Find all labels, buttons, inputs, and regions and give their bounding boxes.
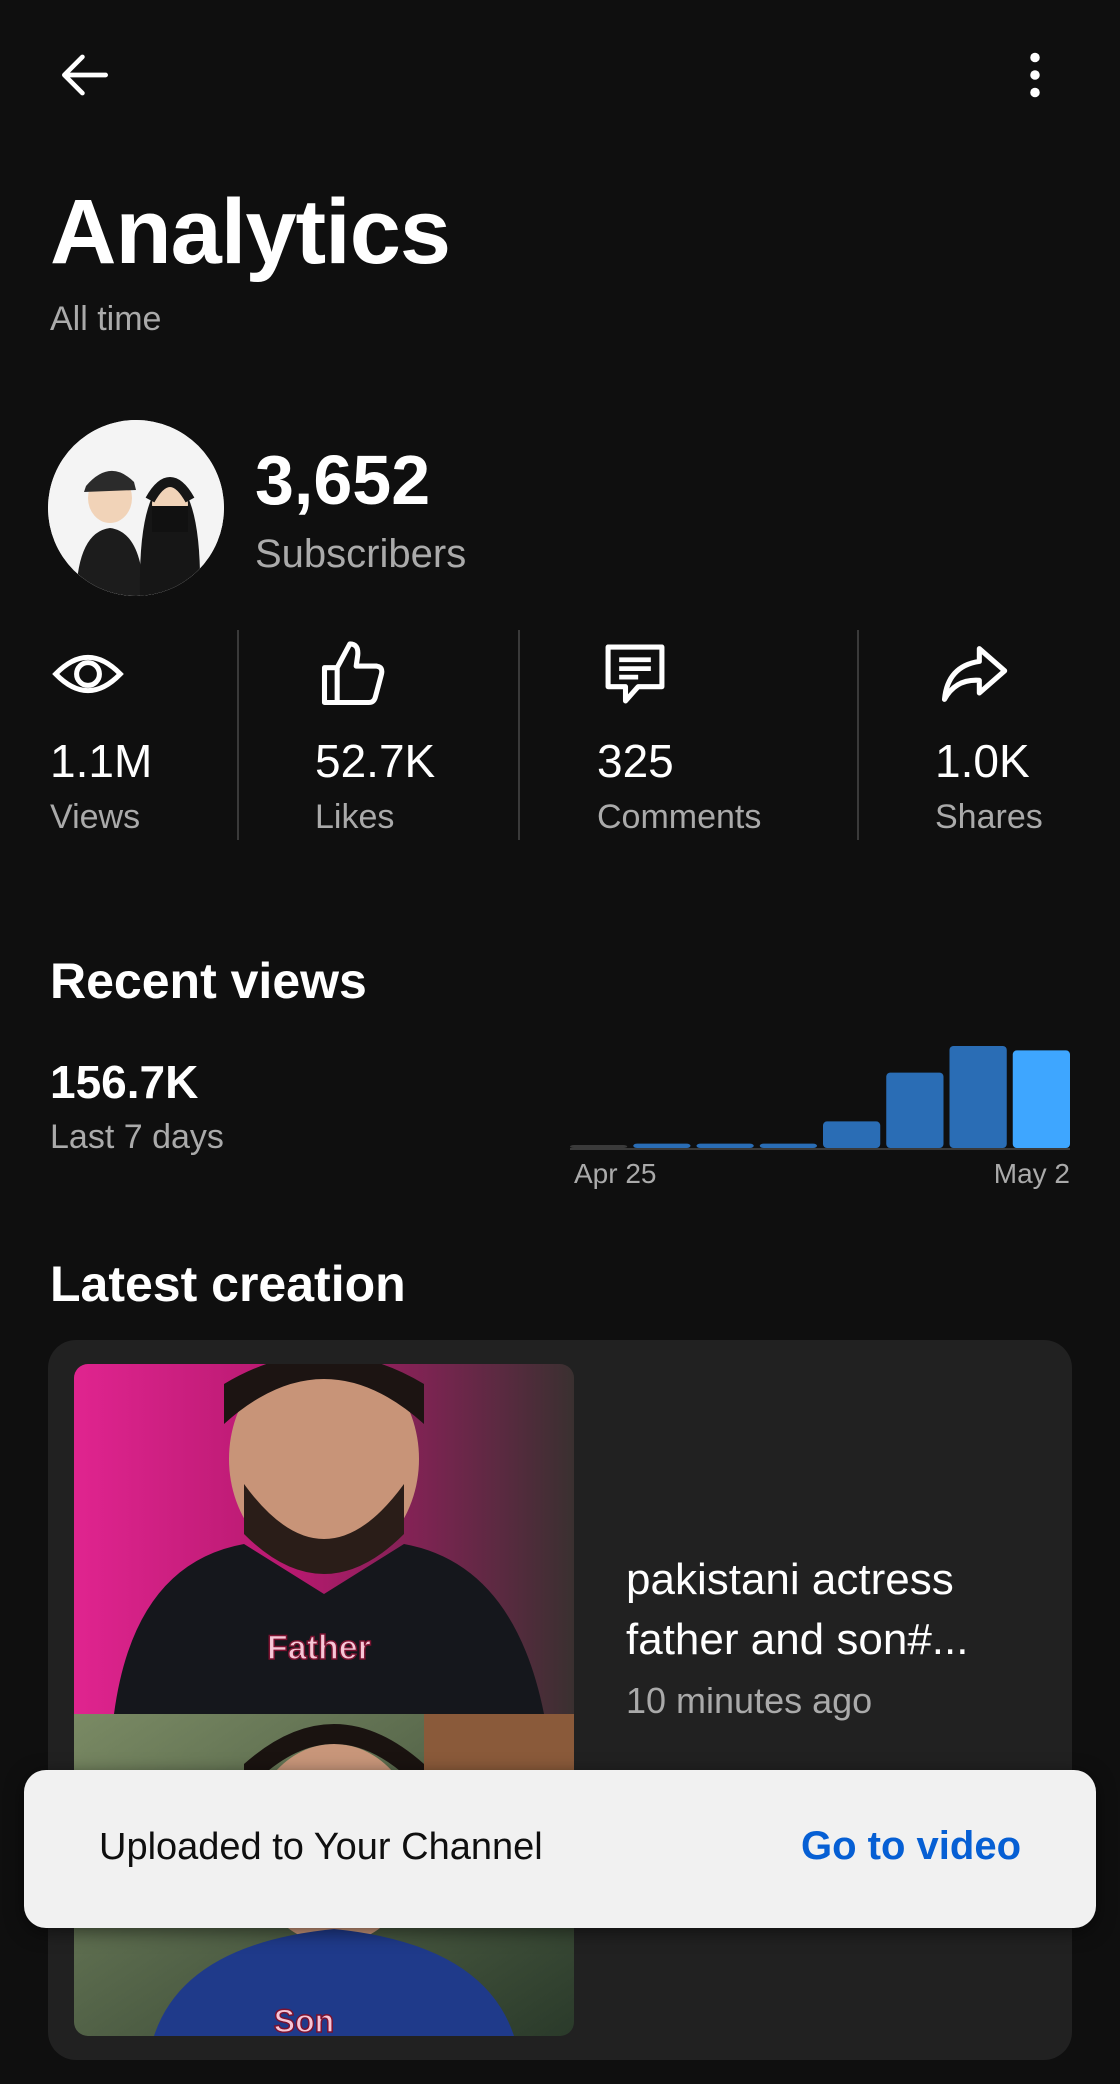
thumbnail-caption-top: Father [267,1629,371,1667]
more-options-button[interactable] [990,30,1080,120]
thumbnail-image: Father Son [74,1364,574,2036]
shares-value: 1.0K [935,735,1030,787]
video-title[interactable]: pakistani actress father and son#... [626,1550,1046,1670]
views-label: Views [50,798,141,836]
go-to-video-button[interactable]: Go to video [801,1824,1021,1869]
comment-icon [605,644,665,704]
chart-bar [633,1143,691,1148]
comments-label: Comments [597,798,762,836]
eye-icon [52,654,124,694]
chart-x-start-label: Apr 25 [574,1158,657,1189]
chart-bar [823,1121,881,1148]
thumb-up-icon [321,641,385,706]
likes-value: 52.7K [315,735,436,787]
video-thumbnail[interactable]: Father Son [74,1364,574,2036]
chart-bar [886,1072,944,1148]
share-icon [941,646,1008,702]
latest-creation-heading: Latest creation [50,1256,406,1312]
stat-divider [518,630,520,840]
chart-bar [570,1145,628,1148]
comments-value: 325 [597,735,674,787]
analytics-screen: Analytics All time 3,652 Subscribers 1.1… [0,0,1120,2084]
stat-divider [237,630,239,840]
chart-bar [759,1143,817,1148]
latest-video-card[interactable]: Father Son pakistani actress father and … [48,1340,1072,2060]
top-bar [0,0,1120,140]
period-label: All time [50,300,162,338]
chart-bar [949,1046,1007,1148]
recent-views-chart[interactable]: Apr 25 May 2 [570,1040,1070,1200]
video-upload-time: 10 minutes ago [626,1680,873,1721]
recent-views-period: Last 7 days [50,1118,224,1156]
arrow-left-icon [62,54,108,96]
subscriber-label: Subscribers [255,532,467,576]
stat-divider [857,630,859,840]
page-title: Analytics [50,181,451,283]
views-value: 1.1M [50,735,153,787]
thumbnail-caption-bottom: Son [274,2003,334,2036]
chart-x-end-label: May 2 [994,1158,1070,1189]
likes-label: Likes [315,798,395,836]
shares-label: Shares [935,798,1043,836]
snackbar-message: Uploaded to Your Channel [99,1826,543,1868]
stats-row: 1.1M Views 52.7K Likes 325 Comments 1.0K… [0,630,1120,845]
chart-bar [696,1143,754,1148]
recent-views-value: 156.7K [50,1056,199,1108]
subscriber-count: 3,652 [255,441,431,519]
chart-bar [1012,1050,1070,1148]
back-button[interactable] [40,30,130,120]
upload-snackbar: Uploaded to Your Channel Go to video [24,1770,1096,1928]
avatar-illustration [48,420,224,596]
more-vert-icon [1030,52,1040,98]
recent-views-heading: Recent views [50,953,367,1009]
channel-avatar[interactable] [48,420,224,596]
